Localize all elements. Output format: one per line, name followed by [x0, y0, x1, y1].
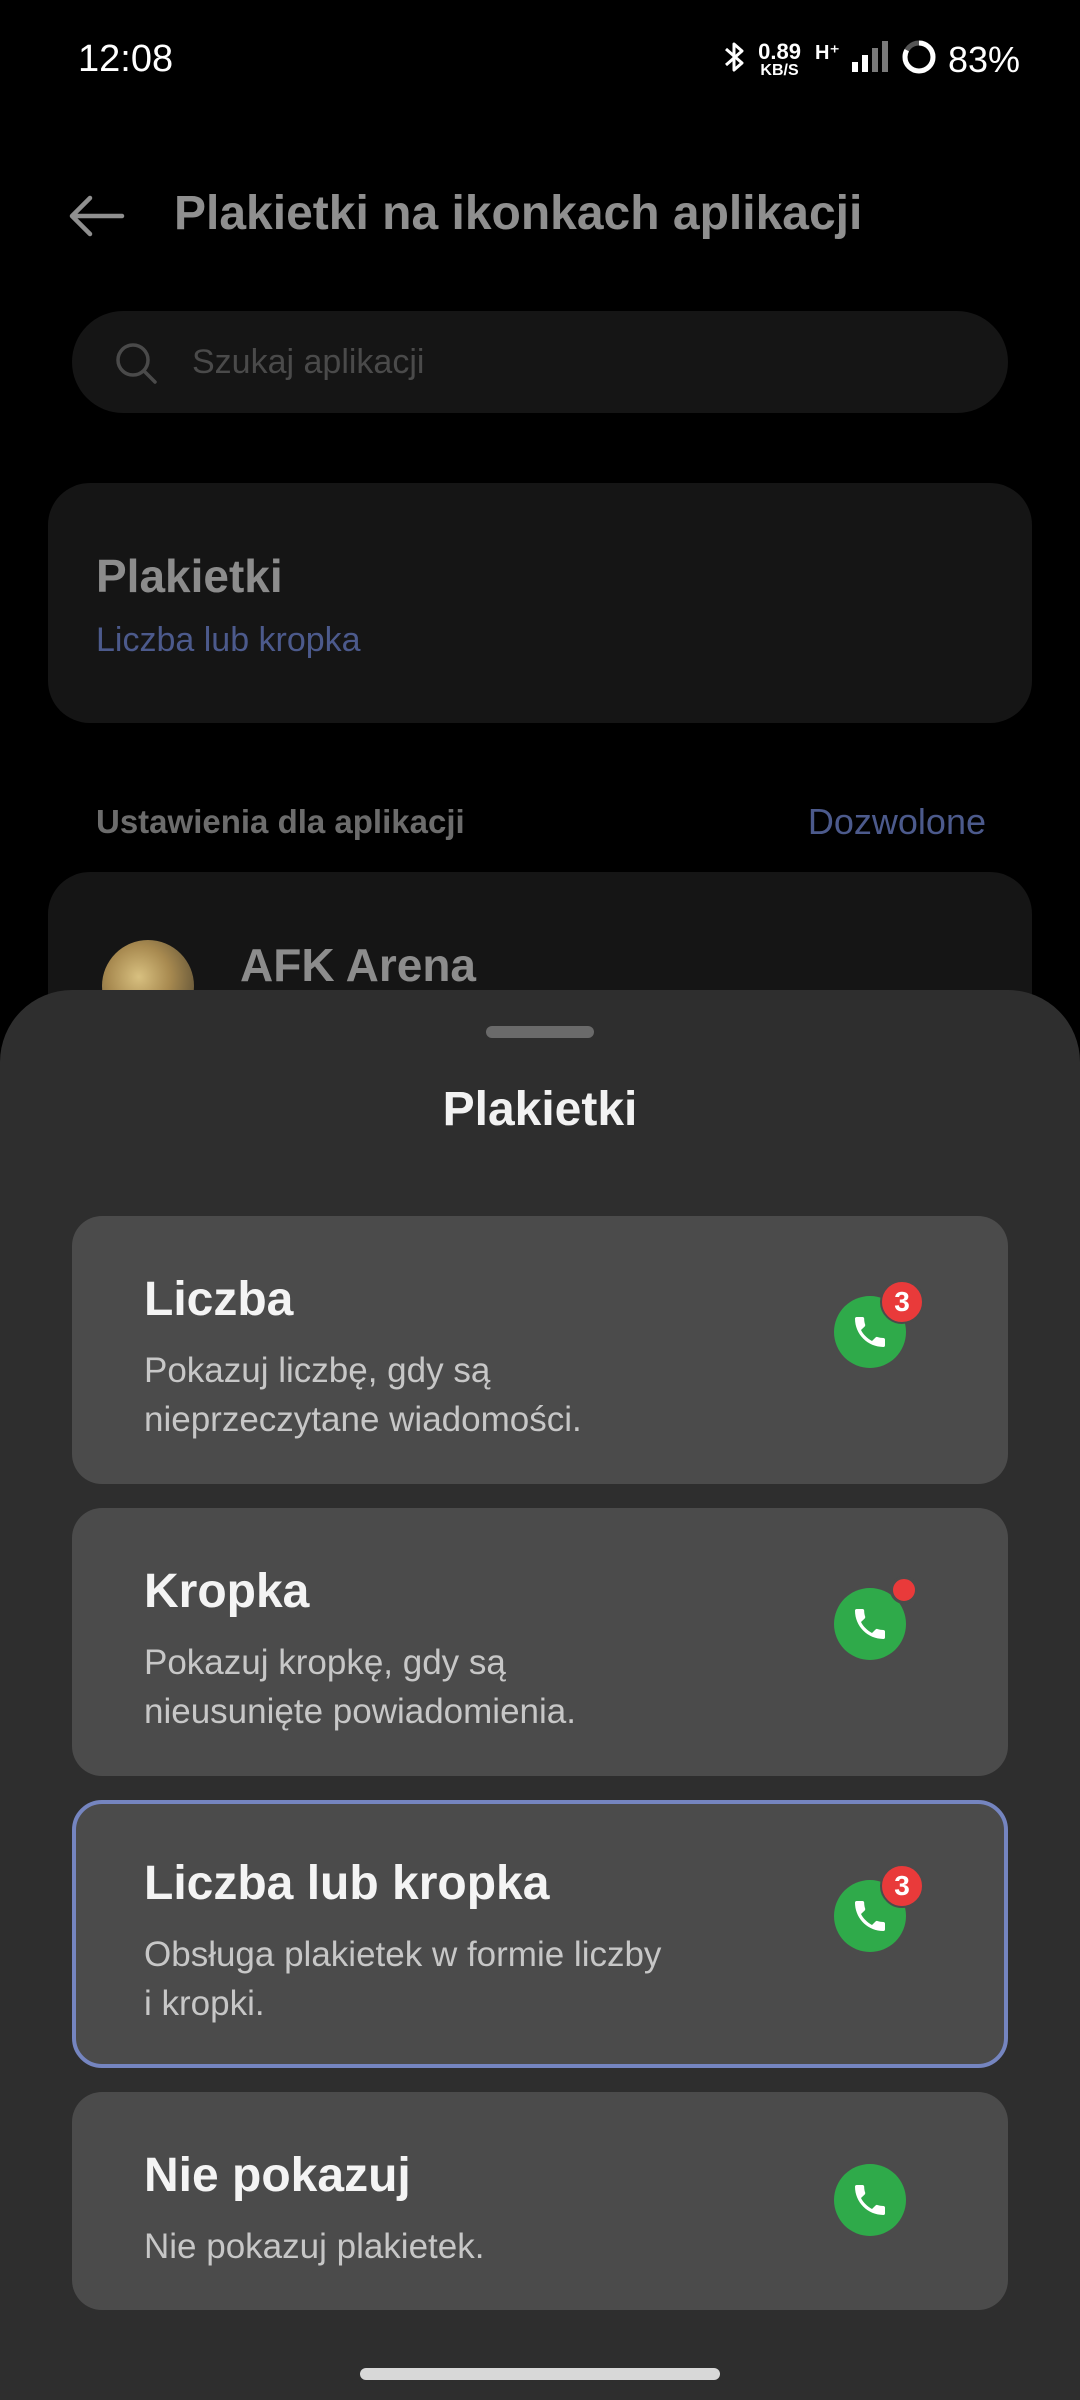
option-number[interactable]: Liczba Pokazuj liczbę, gdy są nieprzeczy… [72, 1216, 1008, 1484]
app-name: AFK Arena [240, 939, 476, 991]
search-placeholder: Szukaj aplikacji [192, 343, 425, 381]
battery-percent: 83% [947, 38, 1020, 80]
option-hide[interactable]: Nie pokazuj Nie pokazuj plakietek. [72, 2092, 1008, 2310]
status-time: 12:08 [78, 38, 174, 80]
network-type-label: H⁺ [814, 42, 840, 64]
option-description: Obsługa plakietek w formie liczby i krop… [144, 1935, 662, 2023]
option-title: Liczba lub kropka [144, 1857, 550, 1910]
badges-setting-title: Plakietki [96, 550, 283, 602]
search-icon [116, 343, 157, 384]
dot-badge [890, 1576, 918, 1604]
option-description: Pokazuj kropkę, gdy są nieusunięte powia… [144, 1643, 576, 1731]
network-speed-value: 0.89 [758, 38, 801, 64]
option-title: Nie pokazuj [144, 2149, 411, 2202]
sheet-title: Plakietki [442, 1083, 638, 1136]
battery-ring-icon [900, 38, 938, 81]
app-filter-dropdown[interactable]: Dozwolone [808, 801, 986, 843]
drag-handle[interactable] [486, 1026, 594, 1038]
option-description: Pokazuj liczbę, gdy są nieprzeczytane wi… [144, 1351, 582, 1439]
phone-icon [834, 2164, 906, 2236]
app-settings-label: Ustawienia dla aplikacji [96, 803, 465, 840]
option-number-or-dot[interactable]: Liczba lub kropka Obsługa plakietek w fo… [72, 1800, 1008, 2068]
back-button[interactable] [60, 180, 132, 252]
count-badge: 3 [880, 1864, 924, 1908]
status-icons: 0.89 KB/S H⁺ 83% [722, 38, 1020, 81]
home-indicator[interactable] [360, 2368, 720, 2380]
signal-icon [850, 40, 890, 79]
network-speed: 0.89 KB/S [758, 38, 801, 79]
option-title: Liczba [144, 1273, 294, 1326]
option-title: Kropka [144, 1565, 310, 1618]
search-input[interactable]: Szukaj aplikacji [72, 311, 1008, 413]
back-arrow-icon [69, 195, 125, 237]
badges-bottom-sheet: Plakietki Liczba Pokazuj liczbę, gdy są … [0, 990, 1080, 2400]
badges-setting-item[interactable]: Plakietki Liczba lub kropka [48, 483, 1032, 723]
option-description: Nie pokazuj plakietek. [144, 2227, 485, 2266]
count-badge: 3 [880, 1280, 924, 1324]
badges-setting-value: Liczba lub kropka [96, 621, 361, 659]
option-dot[interactable]: Kropka Pokazuj kropkę, gdy są nieusunięt… [72, 1508, 1008, 1776]
bluetooth-icon [722, 39, 748, 80]
network-speed-unit: KB/S [760, 61, 799, 79]
page-title: Plakietki na ikonkach aplikacji [174, 187, 863, 240]
screen: 12:08 0.89 KB/S H⁺ 83% Plakietki na ikon… [0, 0, 1080, 2400]
status-bar: 12:08 0.89 KB/S H⁺ 83% [0, 0, 1080, 124]
